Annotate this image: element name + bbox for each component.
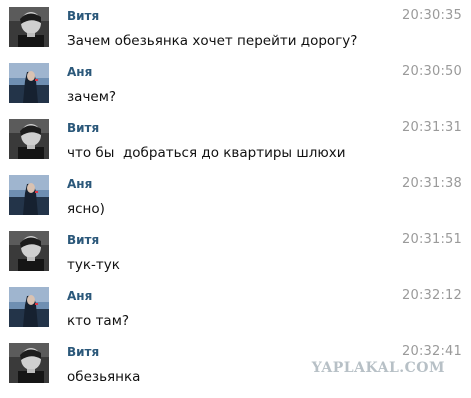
message-row: Витя 20:30:35 Зачем обезьянка хочет пере… <box>0 0 471 56</box>
message-author[interactable]: Витя <box>67 233 99 247</box>
message-author[interactable]: Аня <box>67 65 92 79</box>
message-text: ясно) <box>67 201 105 217</box>
avatar-vitya[interactable] <box>9 119 49 159</box>
message-text: зачем? <box>67 89 117 105</box>
message-time: 20:30:35 <box>402 8 462 23</box>
message-time: 20:31:38 <box>402 176 462 191</box>
avatar-anya[interactable] <box>9 63 49 103</box>
site-watermark: YAPLAKAL.COM <box>311 360 445 376</box>
message-text: кто там? <box>67 313 130 329</box>
message-row: Аня 20:32:12 кто там? <box>0 280 471 336</box>
avatar-anya[interactable] <box>9 287 49 327</box>
message-text: что бы добраться до квартиры шлюхи <box>67 145 346 161</box>
avatar-vitya[interactable] <box>9 343 49 383</box>
chat-history: Витя 20:30:35 Зачем обезьянка хочет пере… <box>0 0 471 398</box>
message-author[interactable]: Витя <box>67 121 99 135</box>
message-row: Аня 20:31:38 ясно) <box>0 168 471 224</box>
message-time: 20:32:41 <box>402 344 462 359</box>
avatar-vitya[interactable] <box>9 7 49 47</box>
message-text: обезьянка <box>67 369 141 385</box>
message-time: 20:32:12 <box>402 288 462 303</box>
message-time: 20:31:51 <box>402 232 462 247</box>
message-text: Зачем обезьянка хочет перейти дорогу? <box>67 33 358 49</box>
message-author[interactable]: Витя <box>67 345 99 359</box>
message-row: Витя 20:31:31 что бы добраться до кварти… <box>0 112 471 168</box>
message-time: 20:30:50 <box>402 64 462 79</box>
message-text: тук-тук <box>67 257 120 273</box>
message-row: Витя 20:31:51 тук-тук <box>0 224 471 280</box>
message-author[interactable]: Аня <box>67 177 92 191</box>
avatar-vitya[interactable] <box>9 231 49 271</box>
message-author[interactable]: Витя <box>67 9 99 23</box>
message-row: Аня 20:30:50 зачем? <box>0 56 471 112</box>
message-author[interactable]: Аня <box>67 289 92 303</box>
avatar-anya[interactable] <box>9 175 49 215</box>
message-time: 20:31:31 <box>402 120 462 135</box>
